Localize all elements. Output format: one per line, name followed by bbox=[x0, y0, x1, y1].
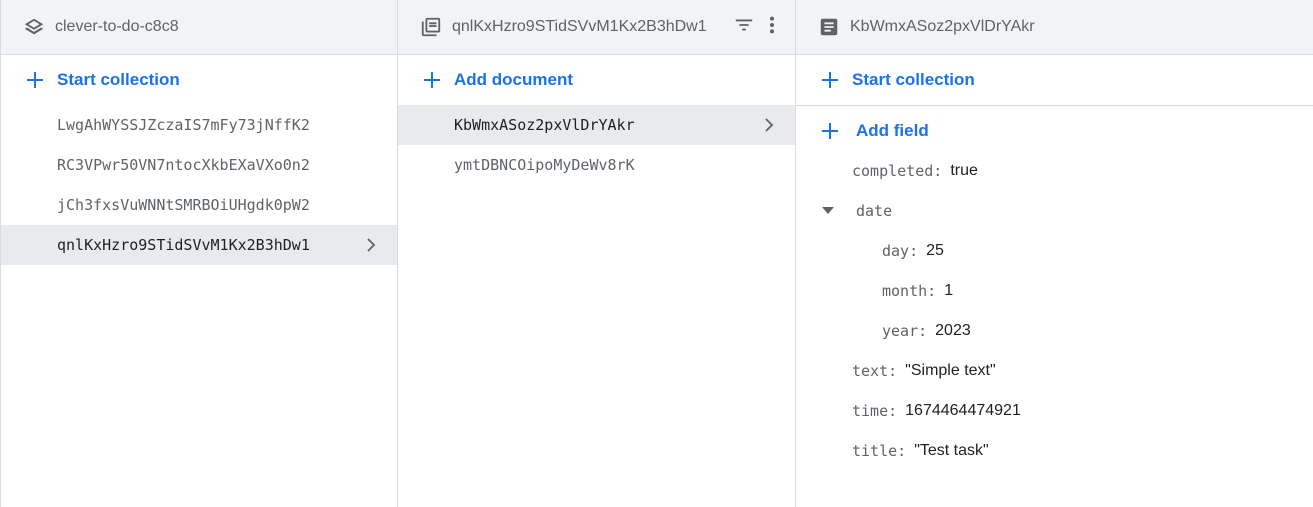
document-row[interactable]: ymtDBNCOipoMyDeWv8rK bbox=[398, 145, 795, 185]
collection-panel: qnlKxHzro9STidSVvM1Kx2B3hDw1 Add documen… bbox=[398, 0, 796, 507]
start-collection-button[interactable]: Start collection bbox=[1, 55, 397, 105]
document-icon bbox=[818, 16, 840, 38]
field-separator: : bbox=[918, 322, 928, 340]
document-title: KbWmxASoz2pxVlDrYAkr bbox=[850, 18, 1035, 35]
field-value: true bbox=[950, 162, 978, 179]
collection-row[interactable]: qnlKxHzro9STidSVvM1Kx2B3hDw1 bbox=[1, 225, 397, 265]
add-field-button[interactable]: Add field bbox=[796, 106, 1313, 156]
plus-icon bbox=[422, 70, 442, 90]
field-row[interactable]: month:1 bbox=[796, 271, 1313, 311]
field-value: 1674464474921 bbox=[905, 402, 1021, 419]
field-separator: : bbox=[888, 362, 898, 380]
field-key: date bbox=[856, 202, 893, 220]
start-subcollection-label: Start collection bbox=[852, 70, 975, 89]
field-key: completed bbox=[852, 162, 934, 180]
firestore-data-viewer: clever-to-do-c8c8 Start collection LwgAh… bbox=[0, 0, 1313, 507]
filter-icon[interactable] bbox=[733, 14, 755, 41]
plus-icon bbox=[820, 70, 840, 90]
layers-icon bbox=[23, 16, 45, 38]
field-separator: : bbox=[927, 282, 937, 300]
more-vert-icon[interactable] bbox=[767, 14, 777, 41]
documents-list: KbWmxASoz2pxVlDrYAkr ymtDBNCOipoMyDeWv8rK bbox=[398, 105, 795, 185]
collection-panel-header: qnlKxHzro9STidSVvM1Kx2B3hDw1 bbox=[398, 0, 795, 55]
collection-row-id: LwgAhWYSSJZczaIS7mFy73jNffK2 bbox=[57, 116, 310, 134]
document-row-id: KbWmxASoz2pxVlDrYAkr bbox=[454, 116, 635, 134]
field-separator: : bbox=[888, 402, 898, 420]
field-value: 2023 bbox=[935, 322, 971, 339]
root-panel-header: clever-to-do-c8c8 bbox=[1, 0, 397, 55]
add-field-label: Add field bbox=[856, 121, 929, 140]
field-key: time bbox=[852, 402, 889, 420]
field-key: year bbox=[882, 322, 919, 340]
field-row[interactable]: time:1674464474921 bbox=[796, 391, 1313, 431]
plus-icon bbox=[25, 70, 45, 90]
field-separator: : bbox=[909, 242, 919, 260]
collection-row-id: jCh3fxsVuWNNtSMRBOiUHgdk0pW2 bbox=[57, 196, 310, 214]
field-row[interactable]: year:2023 bbox=[796, 311, 1313, 351]
document-row[interactable]: KbWmxASoz2pxVlDrYAkr bbox=[398, 105, 795, 145]
chevron-right-icon bbox=[363, 237, 379, 253]
document-panel-header: KbWmxASoz2pxVlDrYAkr bbox=[796, 0, 1313, 55]
field-key: title bbox=[852, 442, 898, 460]
collection-row[interactable]: LwgAhWYSSJZczaIS7mFy73jNffK2 bbox=[1, 105, 397, 145]
collection-row[interactable]: jCh3fxsVuWNNtSMRBOiUHgdk0pW2 bbox=[1, 185, 397, 225]
collection-row-id: RC3VPwr50VN7ntocXkbEXaVXo0n2 bbox=[57, 156, 310, 174]
expand-caret-icon[interactable] bbox=[820, 203, 836, 219]
collections-list: LwgAhWYSSJZczaIS7mFy73jNffK2 RC3VPwr50VN7… bbox=[1, 105, 397, 265]
field-row[interactable]: completed: true bbox=[796, 151, 1313, 191]
document-row-id: ymtDBNCOipoMyDeWv8rK bbox=[454, 156, 635, 174]
field-separator: : bbox=[897, 442, 907, 460]
field-row[interactable]: day:25 bbox=[796, 231, 1313, 271]
field-row[interactable]: title: "Test task" bbox=[796, 431, 1313, 471]
root-panel: clever-to-do-c8c8 Start collection LwgAh… bbox=[1, 0, 398, 507]
field-separator: : bbox=[933, 162, 943, 180]
field-row[interactable]: text: "Simple text" bbox=[796, 351, 1313, 391]
fields-list: completed: true date day:25 month:1 year:2023… bbox=[796, 151, 1313, 471]
field-key: text bbox=[852, 362, 889, 380]
start-subcollection-button[interactable]: Start collection bbox=[796, 55, 1313, 106]
collection-row[interactable]: RC3VPwr50VN7ntocXkbEXaVXo0n2 bbox=[1, 145, 397, 185]
collection-title: qnlKxHzro9STidSVvM1Kx2B3hDw1 bbox=[452, 18, 707, 35]
collection-row-id: qnlKxHzro9STidSVvM1Kx2B3hDw1 bbox=[57, 236, 310, 254]
field-row[interactable]: date bbox=[796, 191, 1313, 231]
field-value: "Test task" bbox=[914, 442, 989, 459]
field-value: "Simple text" bbox=[905, 362, 996, 379]
add-document-button[interactable]: Add document bbox=[398, 55, 795, 105]
collection-icon bbox=[420, 16, 442, 38]
plus-icon bbox=[820, 121, 840, 141]
field-key: day bbox=[882, 242, 910, 260]
add-document-label: Add document bbox=[454, 70, 573, 89]
field-value: 25 bbox=[926, 242, 944, 259]
document-panel: KbWmxASoz2pxVlDrYAkr Start collection Ad… bbox=[796, 0, 1313, 507]
field-value: 1 bbox=[944, 282, 954, 299]
field-key: month bbox=[882, 282, 928, 300]
chevron-right-icon bbox=[761, 117, 777, 133]
start-collection-label: Start collection bbox=[57, 70, 180, 89]
project-title: clever-to-do-c8c8 bbox=[55, 18, 179, 35]
